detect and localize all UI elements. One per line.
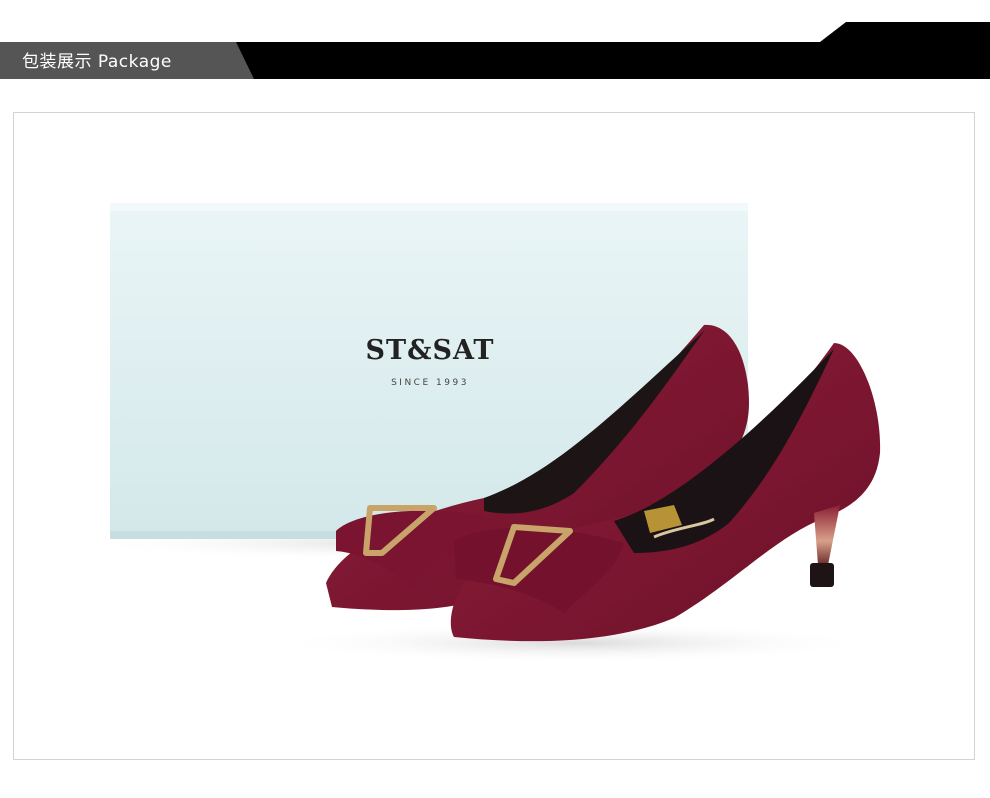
product-photo-frame: ST&SAT SINCE 1993: [13, 112, 975, 760]
section-title: 包装展示 Package: [22, 52, 172, 72]
product-photo: [74, 203, 881, 663]
package-section: 包装展示 Package ST&SAT SINCE 1993: [0, 0, 990, 798]
box-brand-logo: ST&SAT: [365, 335, 495, 366]
box-brand-tagline: SINCE 1993: [391, 378, 469, 388]
